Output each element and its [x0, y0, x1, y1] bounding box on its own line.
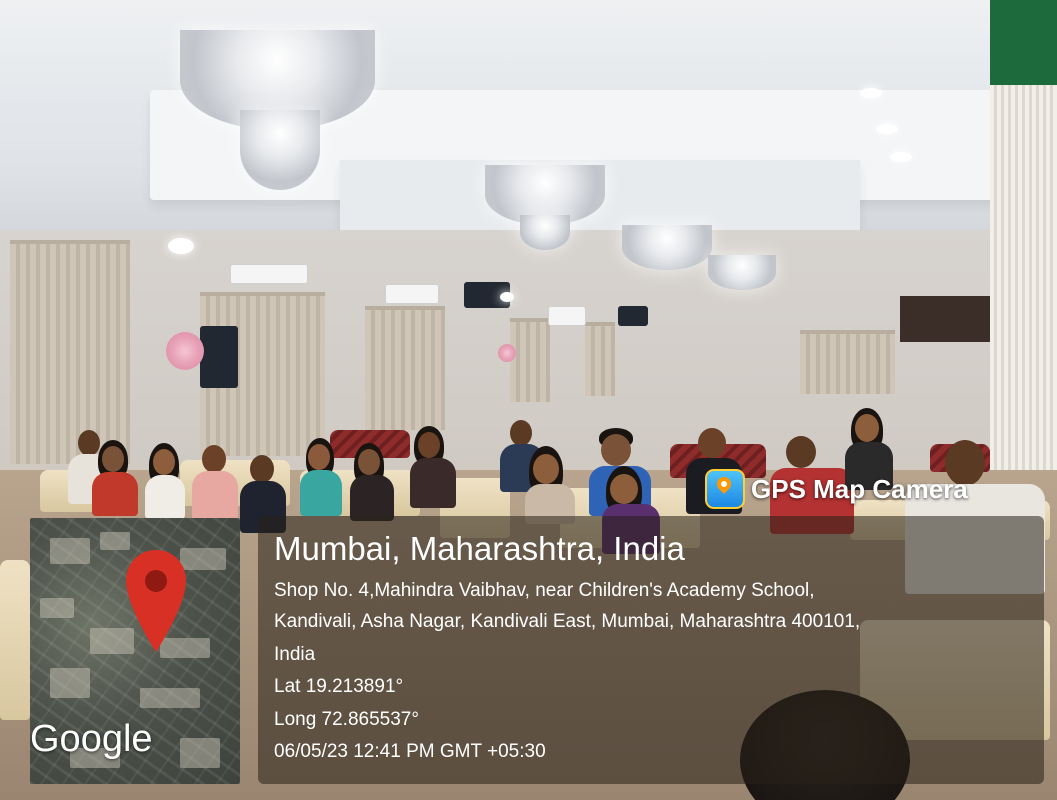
curtain	[800, 330, 895, 394]
location-info-card: Mumbai, Maharashtra, India Shop No. 4,Ma…	[258, 516, 1044, 784]
google-logo: Google	[30, 718, 153, 760]
map-thumbnail: Google	[30, 518, 240, 784]
gps-map-camera-icon	[705, 469, 745, 509]
curtain	[365, 306, 445, 430]
address-line: India	[274, 644, 316, 665]
chandelier	[622, 225, 712, 270]
ceiling-light	[876, 124, 898, 134]
curtain	[585, 322, 615, 396]
air-conditioner	[385, 284, 439, 304]
air-conditioner	[548, 306, 586, 326]
chandelier	[520, 215, 570, 250]
longitude-label: Long 72.865537°	[274, 709, 419, 730]
flower-decoration	[498, 344, 516, 362]
ceiling-light	[168, 238, 194, 254]
air-conditioner	[230, 264, 308, 284]
ceiling-light	[860, 88, 882, 98]
app-name: GPS Map Camera	[751, 473, 968, 504]
speaker	[618, 306, 648, 326]
chandelier	[708, 255, 776, 290]
ceiling-light	[890, 152, 912, 162]
curtain	[510, 318, 550, 402]
gps-badge: GPS Map Camera	[705, 466, 968, 512]
address-line: Kandivali, Asha Nagar, Kandivali East, M…	[274, 611, 861, 632]
ceiling-light	[500, 292, 514, 302]
address-line: Shop No. 4,Mahindra Vaibhav, near Childr…	[274, 580, 815, 601]
event-hall-photo: GPS Map Camera Google Mumbai, Maharashtr…	[0, 0, 1057, 800]
location-title: Mumbai, Maharashtra, India	[274, 530, 685, 567]
chair	[0, 560, 30, 720]
latitude-label: Lat 19.213891°	[274, 676, 404, 697]
speaker	[200, 326, 238, 388]
chandelier	[240, 110, 320, 190]
map-pin-icon	[126, 550, 186, 652]
timestamp-label: 06/05/23 12:41 PM GMT +05:30	[274, 741, 546, 762]
green-drape	[990, 0, 1057, 85]
flower-decoration	[166, 332, 204, 370]
curtain-left	[10, 240, 130, 464]
stage-board	[900, 296, 990, 342]
